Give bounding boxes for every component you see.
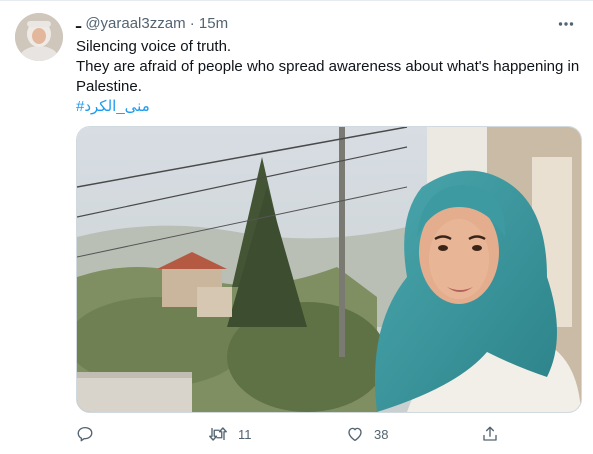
share-button[interactable]: [481, 421, 499, 447]
tweet-text-line: Silencing voice of truth.: [76, 38, 232, 55]
tweet-actions: 11 38: [76, 421, 516, 447]
avatar[interactable]: [15, 13, 63, 61]
like-count: 38: [374, 426, 389, 442]
photo: [77, 127, 581, 412]
more-options-button[interactable]: [553, 11, 579, 37]
tweet-text: Silencing voice of truth. They are afrai…: [76, 37, 581, 117]
reply-icon: [77, 426, 93, 442]
header-separator: ·: [189, 15, 195, 32]
heart-icon: [348, 427, 362, 442]
user-handle[interactable]: @yaraal3zzam: [85, 15, 185, 32]
display-name[interactable]: ـ: [76, 15, 81, 32]
retweet-count: 11: [238, 426, 252, 442]
reply-button[interactable]: [76, 421, 104, 447]
retweet-button[interactable]: 11: [208, 421, 252, 447]
share-icon: [483, 426, 497, 441]
tweet-card[interactable]: ـ @yaraal3zzam · 15m Silencing voice of …: [0, 0, 593, 454]
more-icon: [558, 22, 574, 26]
tweet-header: ـ @yaraal3zzam · 15m: [76, 14, 228, 34]
avatar-image: [15, 13, 63, 61]
retweet-icon: [209, 427, 227, 441]
hashtag-link[interactable]: #منى_الكرد: [76, 98, 150, 115]
like-button[interactable]: 38: [346, 421, 388, 447]
tweet-time[interactable]: 15m: [199, 15, 228, 32]
tweet-text-line: They are afraid of people who spread awa…: [76, 58, 580, 95]
tweet-media-photo[interactable]: [76, 126, 582, 413]
